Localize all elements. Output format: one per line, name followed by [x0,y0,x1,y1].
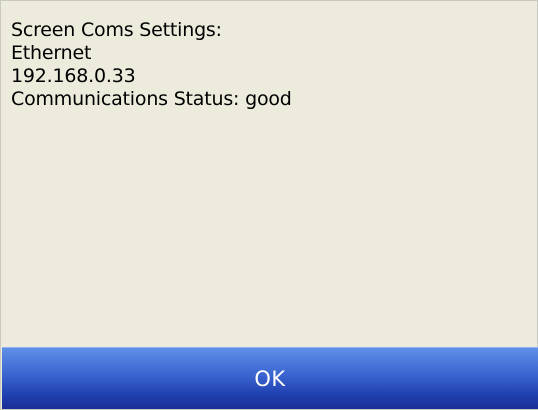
ok-button[interactable]: OK [2,347,538,409]
communications-status: Communications Status: good [11,88,292,110]
connection-type: Ethernet [11,42,92,64]
ip-address: 192.168.0.33 [11,65,136,87]
settings-text: Screen Coms Settings: Ethernet 192.168.0… [11,19,292,111]
settings-dialog: Screen Coms Settings: Ethernet 192.168.0… [0,0,538,410]
ok-button-label: OK [254,366,286,391]
settings-heading: Screen Coms Settings: [11,19,222,41]
